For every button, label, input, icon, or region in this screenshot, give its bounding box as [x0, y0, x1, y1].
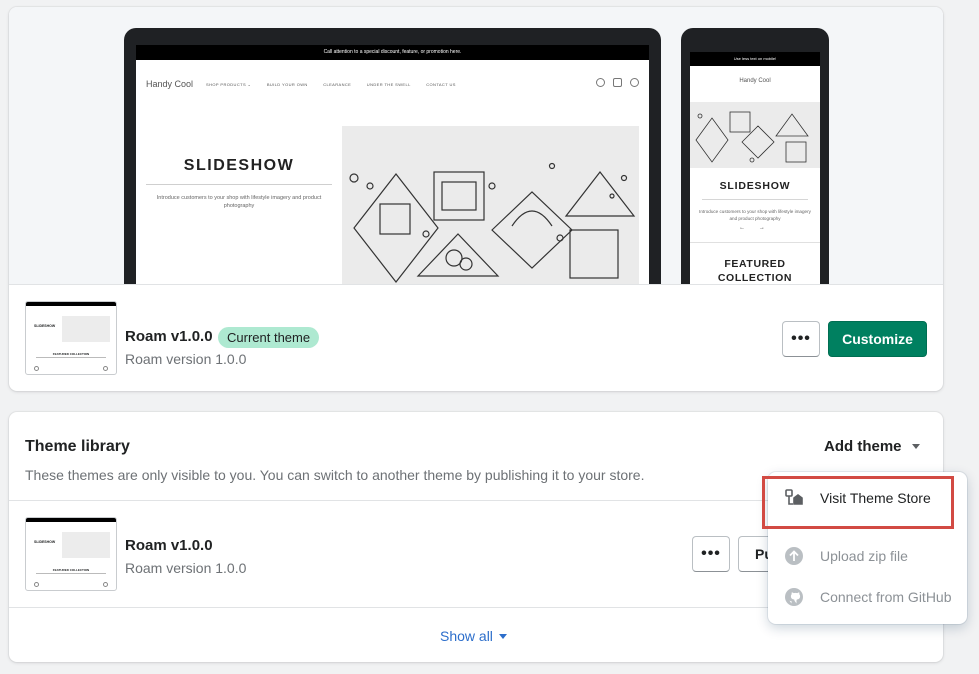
- store-header: Handy Cool SHOP PRODUCTS ⌄ BUILD YOUR OW…: [136, 60, 649, 102]
- thumb-bar: [26, 518, 116, 522]
- menu-item-label: Connect from GitHub: [820, 589, 952, 605]
- thumb-image: [62, 532, 110, 558]
- thumb-title: SLIDESHOW: [34, 540, 56, 544]
- thumb-bar: [26, 302, 116, 306]
- more-actions-button[interactable]: •••: [782, 321, 820, 357]
- current-theme-badge: Current theme: [218, 327, 320, 348]
- mobile-preview-screen: Use less text on mobile! Handy Cool SLID…: [690, 52, 820, 284]
- search-icon: [596, 78, 605, 87]
- mobile-preview: Use less text on mobile! Handy Cool SLID…: [681, 28, 829, 284]
- upload-icon: [784, 546, 804, 566]
- mobile-featured-collection: FEATURED COLLECTION: [717, 258, 793, 284]
- menu-item-visit-theme-store[interactable]: Visit Theme Store: [768, 478, 967, 518]
- caret-down-icon: [498, 633, 507, 639]
- desktop-preview-screen: Call attention to a special discount, fe…: [136, 45, 649, 284]
- store-nav-link: BUILD YOUR OWN: [266, 82, 308, 87]
- divider: [36, 573, 106, 574]
- announcement-bar: Call attention to a special discount, fe…: [136, 45, 649, 60]
- divider: [702, 199, 808, 200]
- mobile-slideshow-title: SLIDESHOW: [719, 180, 791, 192]
- thumb-dot: [34, 366, 39, 371]
- mobile-announcement-bar: Use less text on mobile!: [690, 52, 820, 66]
- theme-store-icon: [784, 488, 804, 508]
- caret-down-icon: [911, 444, 920, 449]
- thumb-dot: [34, 582, 39, 587]
- store-nav-links: SHOP PRODUCTS ⌄ BUILD YOUR OWN CLEARANCE…: [206, 82, 470, 87]
- menu-item-label: Upload zip file: [820, 548, 908, 564]
- menu-item-label: Visit Theme Store: [820, 490, 931, 506]
- thumb-featured: FEATURED COLLECTION: [52, 352, 90, 356]
- divider: [36, 357, 106, 358]
- thumb-dot: [103, 366, 108, 371]
- theme-thumbnail: SLIDESHOW FEATURED COLLECTION: [25, 517, 117, 591]
- menu-item-connect-github[interactable]: Connect from GitHub: [768, 577, 967, 617]
- add-theme-menu: Visit Theme Store Upload zip file Connec…: [768, 472, 967, 624]
- menu-item-upload-zip[interactable]: Upload zip file: [768, 536, 967, 576]
- thumb-featured: FEATURED COLLECTION: [52, 568, 90, 572]
- customize-button[interactable]: Customize: [828, 321, 927, 357]
- slideshow-text: SLIDESHOW Introduce customers to your sh…: [144, 157, 334, 210]
- github-icon: [784, 587, 804, 607]
- store-nav-link: CLEARANCE: [323, 82, 352, 87]
- slideshow-image: [342, 126, 639, 284]
- store-logo: Handy Cool: [146, 79, 194, 89]
- divider: [146, 184, 332, 185]
- show-all-link[interactable]: Show all: [440, 628, 507, 644]
- add-theme-button[interactable]: Add theme: [824, 438, 920, 455]
- theme-library-description: These themes are only visible to you. Yo…: [25, 467, 645, 483]
- more-actions-button[interactable]: •••: [692, 536, 730, 572]
- store-header-icons: [596, 78, 639, 87]
- store-nav-link: SHOP PRODUCTS ⌄: [206, 82, 252, 87]
- theme-name: Roam v1.0.0: [125, 328, 213, 345]
- theme-library-title: Theme library: [25, 438, 130, 455]
- slideshow-description: Introduce customers to your shop with li…: [156, 195, 322, 209]
- thumb-title: SLIDESHOW: [34, 324, 56, 328]
- store-nav-link: UNDER THE SWELL: [366, 82, 411, 87]
- theme-preview: Call attention to a special discount, fe…: [9, 7, 943, 285]
- add-theme-label: Add theme: [824, 438, 902, 455]
- current-theme-card: Call attention to a special discount, fe…: [9, 7, 943, 391]
- bag-icon: [613, 78, 622, 87]
- theme-thumbnail: SLIDESHOW FEATURED COLLECTION: [25, 301, 117, 375]
- mobile-slide-arrows: ← →: [739, 225, 771, 231]
- desktop-preview: Call attention to a special discount, fe…: [124, 28, 661, 284]
- theme-name: Roam v1.0.0: [125, 537, 213, 554]
- mobile-slideshow-image: [690, 102, 820, 168]
- thumb-dot: [103, 582, 108, 587]
- mobile-store-header: Handy Cool: [690, 66, 820, 102]
- thumb-image: [62, 316, 110, 342]
- theme-version: Roam version 1.0.0: [125, 560, 247, 576]
- current-theme-row: SLIDESHOW FEATURED COLLECTION Roam v1.0.…: [9, 285, 943, 377]
- mobile-store-logo: Handy Cool: [739, 78, 771, 84]
- mobile-slideshow-description: Introduce customers to your shop with li…: [699, 209, 811, 221]
- slideshow-title: SLIDESHOW: [183, 157, 295, 174]
- account-icon: [630, 78, 639, 87]
- divider: [690, 242, 820, 243]
- store-nav-link: CONTACT US: [426, 82, 456, 87]
- theme-version: Roam version 1.0.0: [125, 351, 247, 367]
- show-all-label: Show all: [440, 628, 493, 644]
